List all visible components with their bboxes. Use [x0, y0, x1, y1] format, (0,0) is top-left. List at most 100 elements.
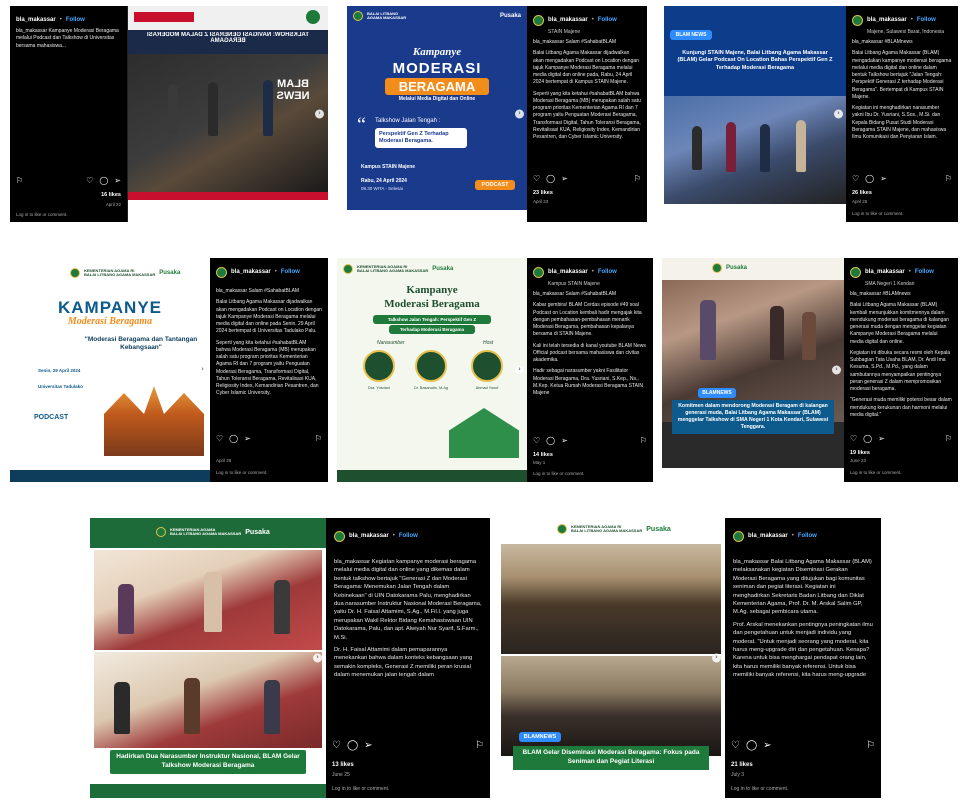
- media-venue: Kampus STAIN Majene: [361, 164, 416, 170]
- heart-icon[interactable]: ♡: [731, 740, 740, 751]
- bookmark-icon[interactable]: ⚐: [945, 434, 952, 443]
- carousel-next-arrow[interactable]: ›: [515, 109, 524, 119]
- login-prompt[interactable]: Log in to like or comment.: [16, 212, 68, 217]
- username[interactable]: bla_makassar: [867, 17, 907, 23]
- bookmark-icon[interactable]: ⚐: [866, 740, 875, 751]
- location[interactable]: SMA Negeri 1 Kendari: [865, 281, 952, 287]
- login-prompt[interactable]: Log in to like or comment.: [850, 470, 902, 475]
- bookmark-icon[interactable]: ⚐: [945, 174, 952, 183]
- heart-icon[interactable]: ♡: [332, 740, 341, 751]
- share-icon[interactable]: ➢: [880, 174, 887, 183]
- heart-icon[interactable]: ♡: [86, 176, 93, 185]
- share-icon[interactable]: ➢: [763, 740, 771, 751]
- post-media: BLAM NEWS Kunjungi STAIN Majene, Balai L…: [664, 6, 846, 222]
- comment-icon[interactable]: ◯: [546, 436, 555, 445]
- instagram-post-6: Pusaka BLAMNEWS Komitmen dalam mendorong…: [662, 258, 958, 482]
- action-bar: ♡ ◯ ➢ ⚐: [850, 434, 952, 443]
- caption: bla_makassar Salam #SahabatBLAM Kabar ge…: [533, 291, 646, 396]
- login-prompt[interactable]: Log in to like or comment.: [533, 471, 585, 476]
- carousel-next-arrow[interactable]: ›: [834, 109, 843, 119]
- follow-button[interactable]: Follow: [66, 17, 85, 23]
- location[interactable]: STAIN Majene: [548, 29, 641, 35]
- login-prompt[interactable]: Log in to like or comment.: [731, 786, 788, 792]
- heart-icon[interactable]: ♡: [533, 436, 540, 445]
- heart-icon[interactable]: ♡: [850, 434, 857, 443]
- follow-button[interactable]: Follow: [917, 17, 936, 23]
- location[interactable]: Kampus STAIN Majene: [548, 281, 647, 287]
- follow-button[interactable]: Follow: [798, 533, 817, 539]
- carousel-next-arrow[interactable]: ›: [315, 109, 324, 119]
- avatar[interactable]: [850, 266, 861, 278]
- house-illustration: [449, 408, 519, 458]
- post-date: April 28: [216, 458, 232, 463]
- follow-button[interactable]: Follow: [598, 17, 617, 23]
- kemenag-logo: [557, 524, 567, 534]
- kemenag-logo: [70, 268, 80, 278]
- username[interactable]: bla_makassar: [16, 17, 56, 23]
- bookmark-icon[interactable]: ⚐: [640, 436, 647, 445]
- login-prompt[interactable]: Log in to like or comment.: [852, 211, 904, 216]
- comment-icon[interactable]: ◯: [865, 174, 874, 183]
- avatar[interactable]: [733, 530, 744, 542]
- username[interactable]: bla_makassar: [349, 533, 389, 539]
- avatar[interactable]: [533, 14, 544, 26]
- avatar[interactable]: [216, 266, 227, 278]
- carousel-next-arrow[interactable]: ›: [712, 653, 721, 663]
- caption: bla_makassar Salam #SahabatBLAM Balai Li…: [533, 39, 641, 140]
- carousel-next-arrow[interactable]: ›: [198, 365, 207, 375]
- carousel-next-arrow[interactable]: ›: [313, 653, 322, 663]
- comment-icon[interactable]: ◯: [863, 434, 872, 443]
- location[interactable]: Majene, Sulawesi Barat, Indonesia: [867, 29, 952, 35]
- share-icon[interactable]: ➢: [364, 740, 372, 751]
- media-kampanye: Kampanye: [412, 46, 462, 58]
- pusaka-logo: Pusaka: [726, 265, 748, 271]
- caption: bla_makassar Kampanye Moderasi Beragama …: [16, 28, 119, 49]
- caption-panel: bla_makassar • Follow Kampus STAIN Majen…: [527, 258, 653, 482]
- podcast-photo: [664, 96, 846, 204]
- username[interactable]: bla_makassar: [548, 17, 588, 23]
- bookmark-icon[interactable]: ⚐: [634, 174, 641, 183]
- share-icon[interactable]: ➢: [878, 434, 885, 443]
- post-media: KEMENTERIAN AGAMA RI BALAI LITBANG AGAMA …: [497, 518, 725, 798]
- follow-button[interactable]: Follow: [598, 269, 617, 275]
- comment-icon[interactable]: ◯: [546, 174, 555, 183]
- share-icon[interactable]: ➢: [114, 176, 121, 185]
- share-icon[interactable]: ➢: [561, 174, 568, 183]
- instagram-post-7: KEMENTERIAN AGAMA BALAI LITBANG AGAMA MAK…: [90, 518, 490, 798]
- speaker-name-1: Dra. Yusriani: [368, 386, 390, 390]
- follow-button[interactable]: Follow: [399, 533, 418, 539]
- heart-icon[interactable]: ♡: [216, 434, 223, 443]
- share-icon[interactable]: ➢: [244, 434, 251, 443]
- likes-count: 14 likes: [533, 452, 553, 458]
- avatar[interactable]: [533, 266, 544, 278]
- talkshow-photo: [128, 54, 328, 192]
- comment-icon[interactable]: ◯: [347, 740, 358, 751]
- action-bar: ⚐ ♡ ◯ ➢: [16, 176, 121, 185]
- username[interactable]: bla_makassar: [748, 533, 788, 539]
- username[interactable]: bla_makassar: [548, 269, 588, 275]
- comment-icon[interactable]: ◯: [746, 740, 757, 751]
- username[interactable]: bla_makassar: [865, 269, 905, 275]
- instagram-post-4: KEMENTERIAN AGAMA RI BALAI LITBANG AGAMA …: [10, 258, 328, 482]
- heart-icon[interactable]: ♡: [533, 174, 540, 183]
- comment-icon[interactable]: ◯: [99, 176, 108, 185]
- bookmark-icon[interactable]: ⚐: [315, 434, 322, 443]
- speaker-name-3: Ahmad Yusuf: [475, 386, 499, 390]
- caption-panel: bla_makassar • Follow bla_makassar Kampa…: [10, 6, 128, 222]
- avatar[interactable]: [852, 14, 863, 26]
- share-icon[interactable]: ➢: [561, 436, 568, 445]
- media-sub: Melalui Media Digital dan Online: [398, 96, 476, 102]
- avatar[interactable]: [334, 530, 345, 542]
- login-prompt[interactable]: Log in to like or comment.: [332, 786, 389, 792]
- heart-icon[interactable]: ♡: [852, 174, 859, 183]
- follow-button[interactable]: Follow: [915, 269, 934, 275]
- follow-button[interactable]: Follow: [281, 269, 300, 275]
- instagram-post-3: BLAM NEWS Kunjungi STAIN Majene, Balai L…: [664, 6, 958, 222]
- username[interactable]: bla_makassar: [231, 269, 271, 275]
- bookmark-icon[interactable]: ⚐: [16, 176, 23, 185]
- carousel-next-arrow[interactable]: ›: [832, 365, 841, 375]
- login-prompt[interactable]: Log in to like or comment.: [216, 470, 268, 475]
- carousel-next-arrow[interactable]: ›: [515, 365, 524, 375]
- bookmark-icon[interactable]: ⚐: [475, 740, 484, 751]
- comment-icon[interactable]: ◯: [229, 434, 238, 443]
